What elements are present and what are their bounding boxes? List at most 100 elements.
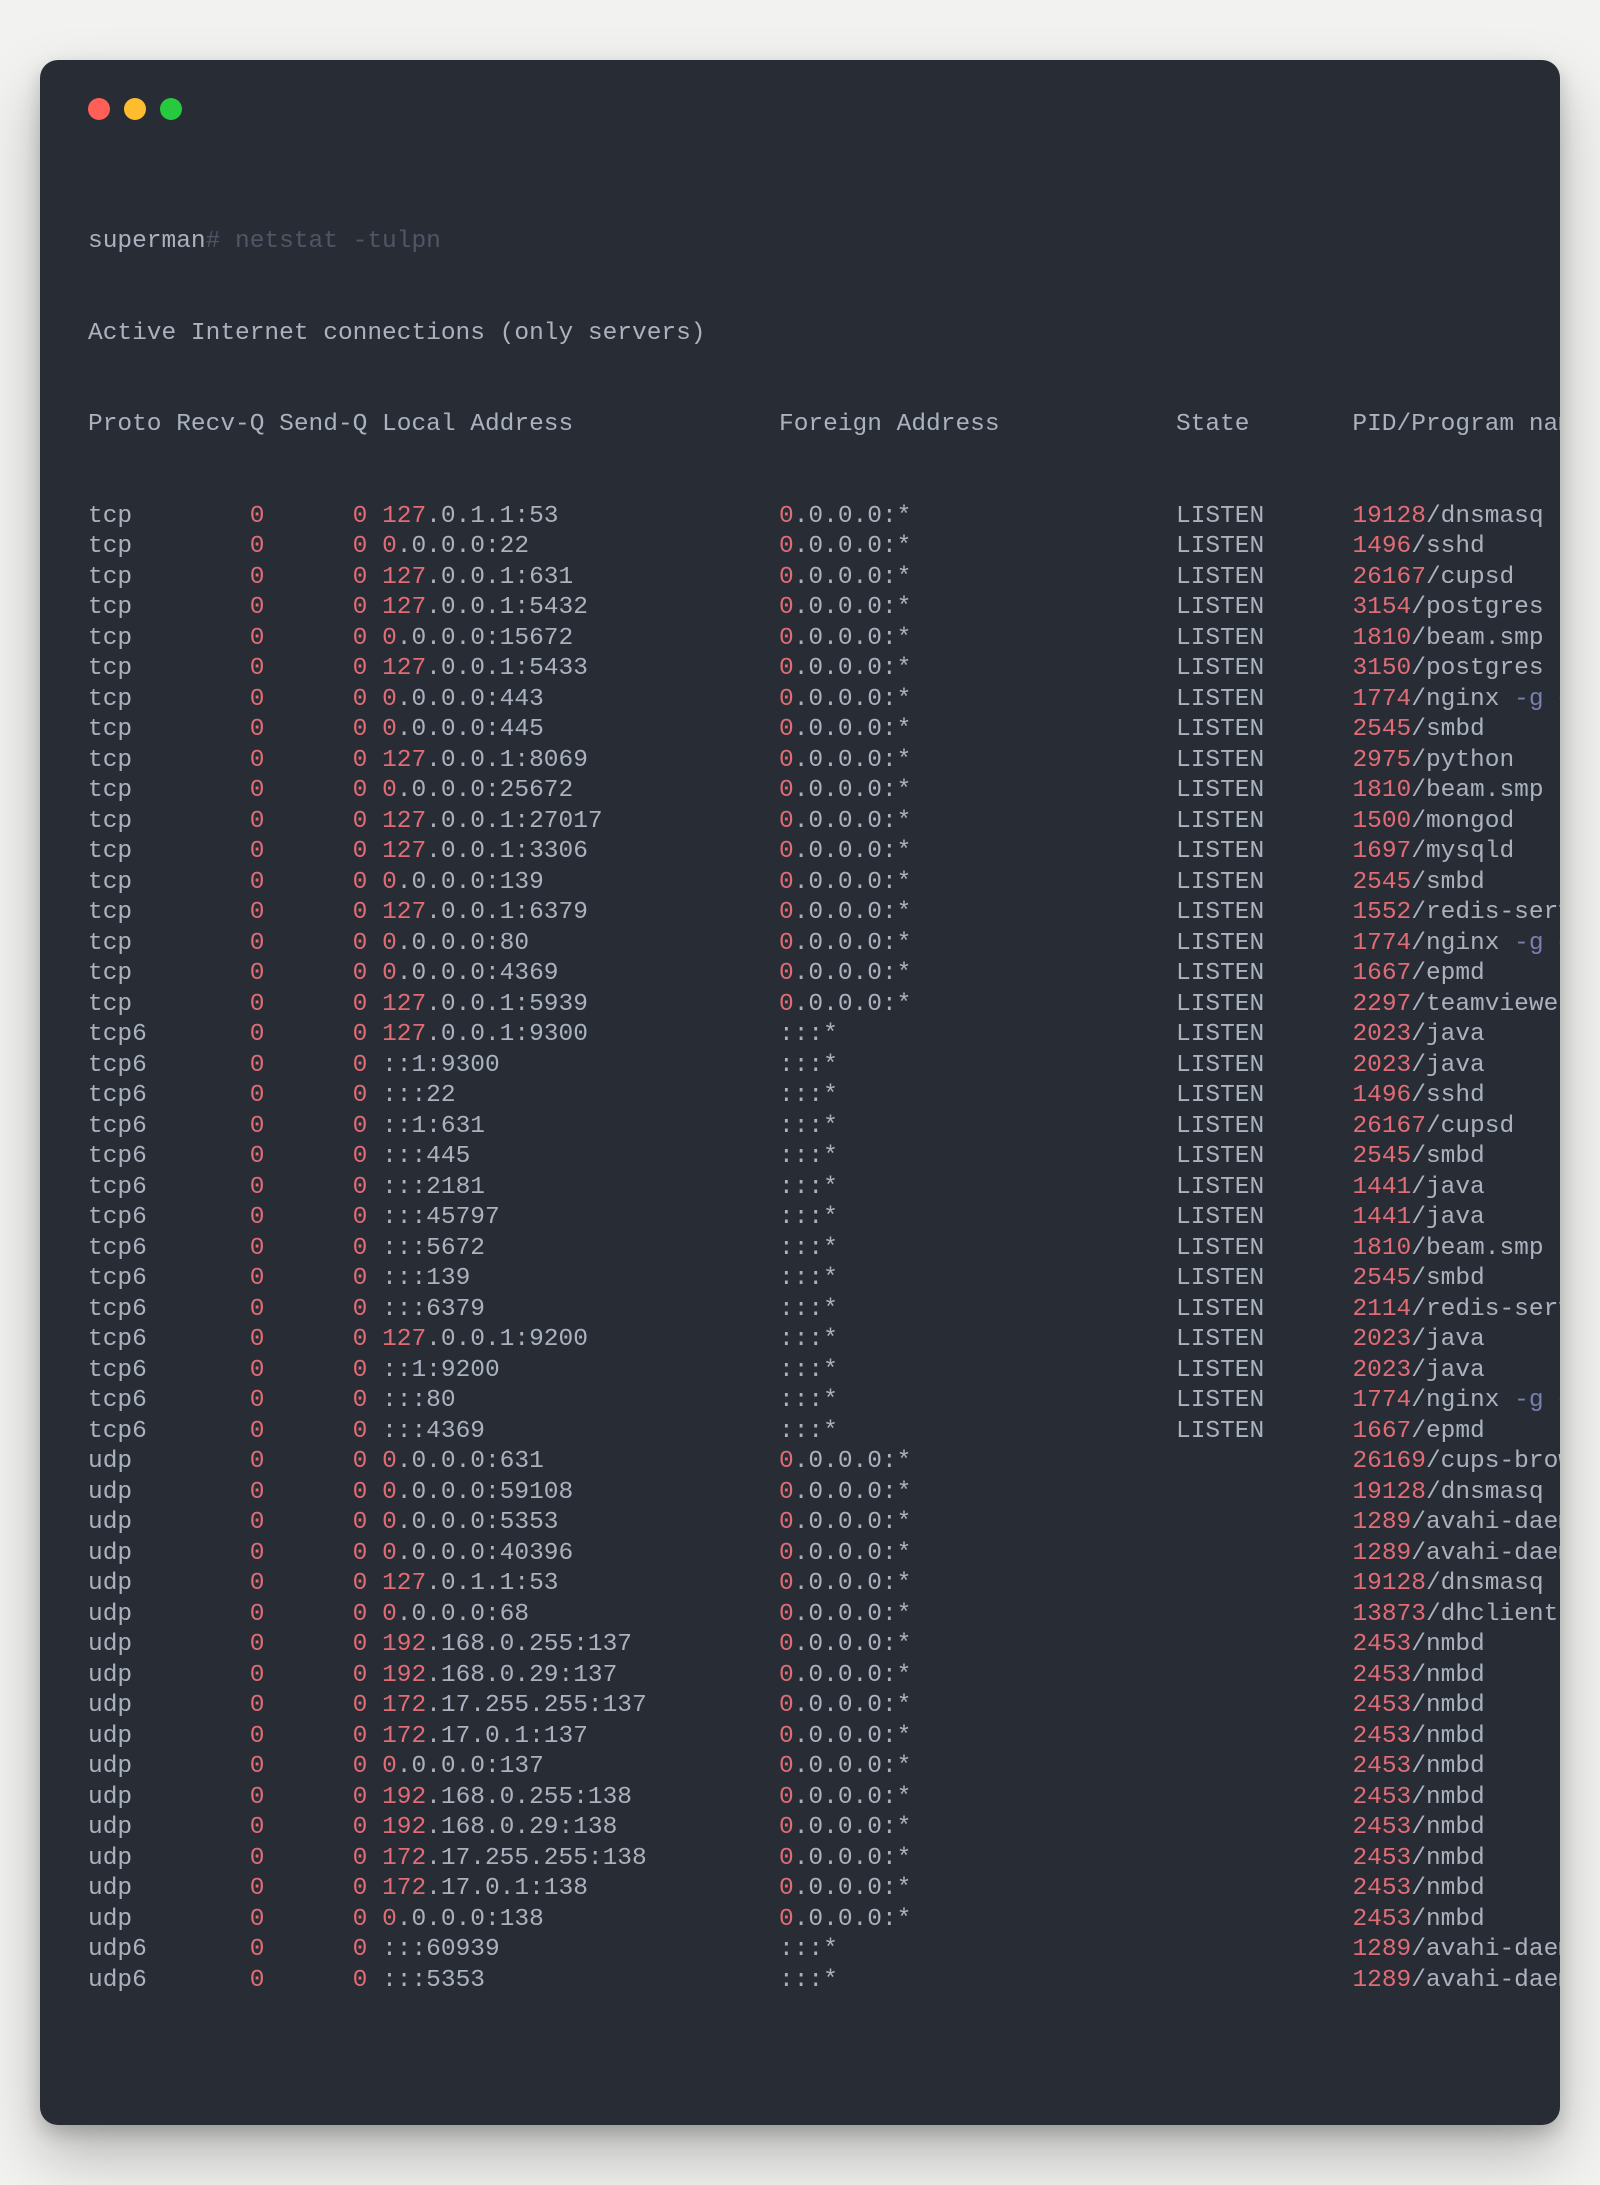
program-name: /java [1411, 1356, 1485, 1387]
foreign-address: .0.0.0:* [794, 1722, 1176, 1753]
program-name: /nmbd [1411, 1874, 1485, 1905]
proto: tcp6 [88, 1112, 176, 1143]
terminal-window: superman# netstat -tulpn Active Internet… [40, 60, 1560, 2125]
close-icon[interactable] [88, 98, 110, 120]
foreign-address: .0.0.0:* [794, 593, 1176, 624]
netstat-row: udp 0 0 192.168.0.255:137 0.0.0.0:* 2453… [88, 1630, 1512, 1661]
program-name: /java [1411, 1051, 1485, 1082]
local-address: .168.0.255:137 [426, 1630, 779, 1661]
foreign-address-lead: 0 [779, 1508, 794, 1539]
netstat-row: udp 0 0 192.168.0.29:137 0.0.0.0:* 2453/… [88, 1661, 1512, 1692]
pid: 2453 [1352, 1844, 1411, 1875]
foreign-address-lead: 0 [779, 1478, 794, 1509]
program-name: /avahi-daemon: [1411, 1935, 1560, 1966]
proto: tcp6 [88, 1173, 176, 1204]
pid: 2453 [1352, 1905, 1411, 1936]
banner-line: Active Internet connections (only server… [88, 319, 1512, 350]
foreign-address-lead: 0 [779, 1905, 794, 1936]
netstat-row: tcp 0 0 127.0.0.1:5432 0.0.0.0:* LISTEN … [88, 593, 1512, 624]
netstat-row: udp 0 0 192.168.0.255:138 0.0.0.0:* 2453… [88, 1783, 1512, 1814]
state: LISTEN [1176, 1295, 1352, 1326]
program-name: /smbd [1411, 1142, 1485, 1173]
program-name: /redis-server * [1411, 1295, 1560, 1326]
foreign-address: :::* [779, 1203, 1176, 1234]
foreign-address: :::* [779, 1234, 1176, 1265]
local-address: .0.0.1:5433 [426, 654, 779, 685]
foreign-address-lead: 0 [779, 868, 794, 899]
state [1176, 1905, 1352, 1936]
program-name: /smbd [1411, 868, 1485, 899]
program-name: /cupsd [1426, 1112, 1514, 1143]
local-address: .0.0.1:5939 [426, 990, 779, 1021]
local-address: .0.0.1:6379 [426, 898, 779, 929]
proto: tcp [88, 654, 176, 685]
proto: tcp [88, 532, 176, 563]
netstat-row: tcp 0 0 0.0.0.0:22 0.0.0.0:* LISTEN 1496… [88, 532, 1512, 563]
foreign-address: .0.0.0:* [794, 1569, 1176, 1600]
proto: udp6 [88, 1935, 176, 1966]
netstat-row: udp 0 0 172.17.0.1:138 0.0.0.0:* 2453/nm… [88, 1874, 1512, 1905]
pid: 1496 [1352, 1081, 1411, 1112]
pid: 2023 [1352, 1020, 1411, 1051]
foreign-address: .0.0.0:* [794, 929, 1176, 960]
foreign-address: :::* [779, 1966, 1176, 1997]
minimize-icon[interactable] [124, 98, 146, 120]
pid: 1810 [1352, 624, 1411, 655]
foreign-address-lead: 0 [779, 715, 794, 746]
maximize-icon[interactable] [160, 98, 182, 120]
local-address: .17.255.255:138 [426, 1844, 779, 1875]
command-text: netstat -tulpn [220, 227, 441, 258]
netstat-row: tcp 0 0 127.0.0.1:27017 0.0.0.0:* LISTEN… [88, 807, 1512, 838]
local-address: :::5353 [382, 1966, 779, 1997]
local-address: .17.255.255:137 [426, 1691, 779, 1722]
state: LISTEN [1176, 929, 1352, 960]
proto: udp [88, 1508, 176, 1539]
recv-q: 0 [176, 1539, 279, 1570]
program-name: /mongod [1411, 807, 1514, 838]
recv-q: 0 [176, 959, 279, 990]
proto: tcp6 [88, 1051, 176, 1082]
send-q: 0 [279, 1661, 382, 1692]
local-address: .17.0.1:138 [426, 1874, 779, 1905]
local-address: :::45797 [382, 1203, 779, 1234]
program-flag: -g [1514, 929, 1543, 960]
netstat-row: tcp 0 0 0.0.0.0:4369 0.0.0.0:* LISTEN 16… [88, 959, 1512, 990]
state [1176, 1813, 1352, 1844]
foreign-address: .0.0.0:* [794, 776, 1176, 807]
foreign-address: .0.0.0:* [794, 1600, 1176, 1631]
pid: 2453 [1352, 1661, 1411, 1692]
terminal-body[interactable]: superman# netstat -tulpn Active Internet… [88, 166, 1512, 2057]
local-address-lead: 0 [382, 1478, 397, 1509]
state: LISTEN [1176, 532, 1352, 563]
pid: 1289 [1352, 1508, 1411, 1539]
pid: 2023 [1352, 1051, 1411, 1082]
send-q: 0 [279, 990, 382, 1021]
state: LISTEN [1176, 1417, 1352, 1448]
local-address-lead: 127 [382, 502, 426, 533]
netstat-row: tcp 0 0 0.0.0.0:443 0.0.0.0:* LISTEN 177… [88, 685, 1512, 716]
pid: 1810 [1352, 1234, 1411, 1265]
pid: 1774 [1352, 929, 1411, 960]
foreign-address-lead: 0 [779, 1539, 794, 1570]
state: LISTEN [1176, 624, 1352, 655]
local-address-lead: 0 [382, 1600, 397, 1631]
foreign-address: :::* [779, 1295, 1176, 1326]
proto: udp [88, 1874, 176, 1905]
netstat-row: udp 0 0 192.168.0.29:138 0.0.0.0:* 2453/… [88, 1813, 1512, 1844]
foreign-address-lead: 0 [779, 837, 794, 868]
netstat-row: udp 0 0 127.0.1.1:53 0.0.0.0:* 19128/dns… [88, 1569, 1512, 1600]
pid: 2545 [1352, 715, 1411, 746]
state: LISTEN [1176, 715, 1352, 746]
header-line: Proto Recv-Q Send-Q Local Address Foreig… [88, 410, 1512, 441]
recv-q: 0 [176, 1935, 279, 1966]
send-q: 0 [279, 1935, 382, 1966]
foreign-address: .0.0.0:* [794, 807, 1176, 838]
pid: 1774 [1352, 1386, 1411, 1417]
proto: tcp [88, 593, 176, 624]
local-address: ::1:631 [382, 1112, 779, 1143]
netstat-row: udp 0 0 172.17.0.1:137 0.0.0.0:* 2453/nm… [88, 1722, 1512, 1753]
send-q: 0 [279, 898, 382, 929]
netstat-row: tcp6 0 0 ::1:9200 :::* LISTEN 2023/java [88, 1356, 1512, 1387]
recv-q: 0 [176, 746, 279, 777]
program-name: /nginx [1411, 685, 1514, 716]
